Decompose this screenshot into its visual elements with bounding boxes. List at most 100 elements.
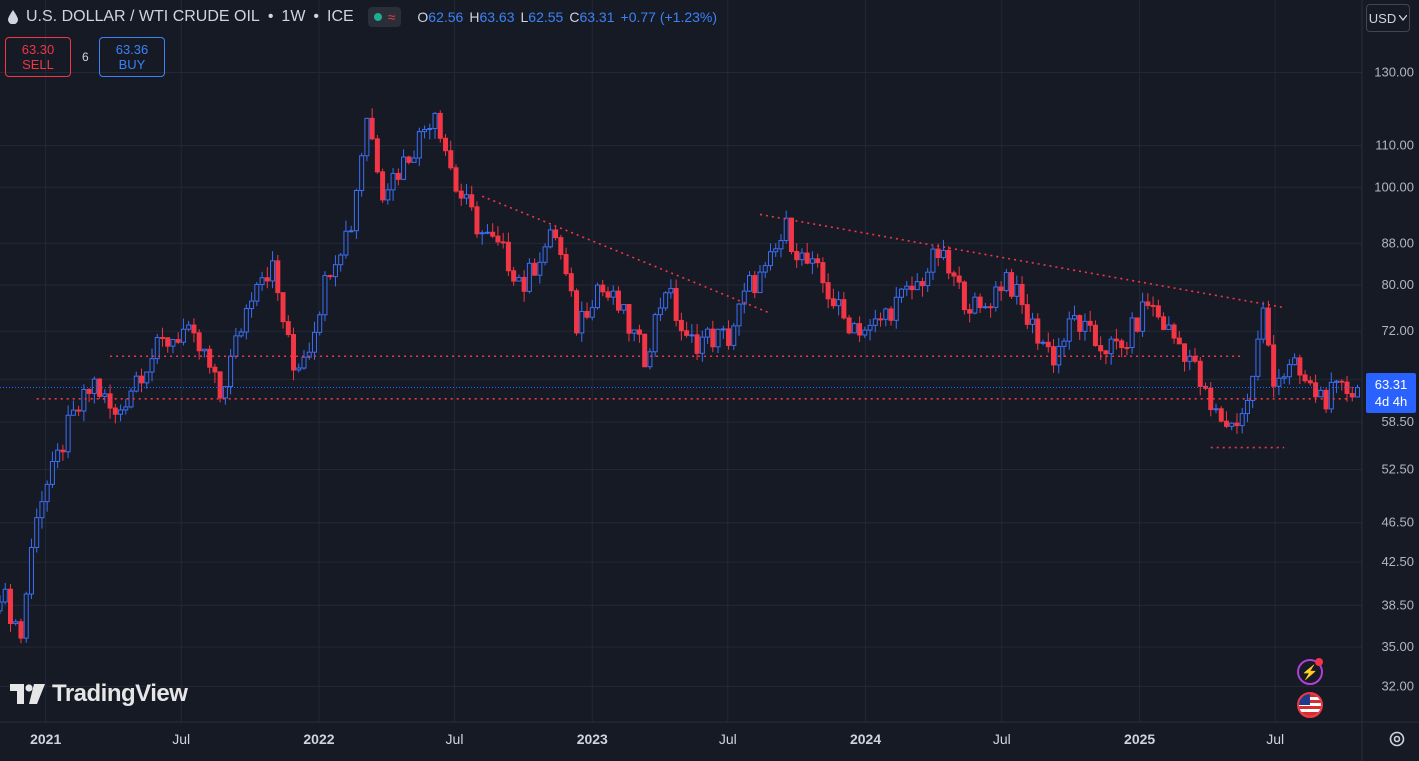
candle-body (1061, 340, 1067, 347)
symbol-name[interactable]: U.S. DOLLAR / WTI CRUDE OIL (26, 8, 260, 26)
candle-body (448, 150, 454, 169)
candle-body (1030, 318, 1036, 325)
candle-body (1339, 380, 1345, 383)
candle-body (1286, 364, 1292, 378)
candle-body (773, 248, 779, 253)
buy-label: BUY (118, 57, 146, 72)
candle-body (574, 290, 580, 334)
candle-body (1040, 341, 1046, 344)
candle-body (1082, 320, 1088, 332)
candle-body (1108, 338, 1114, 355)
candle-body (699, 336, 705, 354)
candle-body (652, 314, 658, 353)
candle-body (1334, 380, 1340, 383)
separator: • (267, 8, 274, 25)
sell-button[interactable]: 63.30 SELL (5, 37, 71, 77)
candle-body (275, 260, 281, 294)
brand-name: TradingView (52, 680, 188, 707)
x-tick-label: Jul (993, 731, 1011, 747)
candle-body (280, 292, 286, 323)
gear-icon[interactable] (1387, 729, 1407, 749)
candle-body (1161, 316, 1167, 330)
candle-body (343, 230, 349, 256)
candle-body (804, 252, 810, 264)
candle-body (1092, 324, 1098, 347)
candle-body (332, 264, 338, 278)
candle-body (988, 306, 994, 309)
candle-body (872, 318, 878, 326)
notification-dot (1315, 658, 1323, 666)
market-status-pill[interactable]: ≈ (367, 7, 402, 27)
candle-body (296, 367, 302, 371)
candle-body (1077, 315, 1083, 332)
interval[interactable]: 1W (281, 8, 305, 26)
candle-body (893, 296, 899, 321)
candle-body (1166, 324, 1172, 330)
candle-body (1103, 350, 1109, 355)
candle-body (977, 296, 983, 309)
candle-body (86, 388, 92, 394)
candle-body (547, 229, 553, 248)
candle-body (1019, 283, 1025, 306)
candle-body (595, 284, 601, 309)
us-flag-icon[interactable] (1297, 692, 1323, 718)
candle-body (1197, 360, 1203, 387)
candle-body (55, 449, 61, 463)
candle-body (322, 275, 328, 316)
candle-body (469, 194, 475, 208)
candle-body (353, 189, 359, 232)
candle-body (81, 388, 87, 412)
buy-price: 63.36 (115, 42, 149, 57)
candle-body (369, 117, 375, 140)
candle-body (830, 298, 836, 307)
candle-body (820, 262, 826, 284)
drop-icon (8, 10, 18, 24)
candle-body (170, 339, 176, 347)
candle-body (1192, 355, 1198, 362)
candle-body (799, 252, 805, 261)
candle-body (1297, 357, 1303, 376)
candle-body (505, 241, 511, 272)
candle-body (788, 217, 794, 253)
candle-body (201, 348, 207, 352)
trend-line[interactable] (481, 195, 771, 315)
ohlc-item: H63.63 (469, 9, 514, 25)
price-chart[interactable]: 2021 Jul 2022 Jul 2023 Jul 2024 Jul 2025 Jul 130.… (0, 0, 1419, 761)
candle-body (1187, 355, 1193, 362)
bolt-icon[interactable]: ⚡ (1297, 658, 1323, 685)
candle-body (18, 621, 24, 639)
tradingview-logo[interactable]: TradingView (10, 680, 188, 708)
candle-body (123, 406, 129, 411)
candle-body (1323, 389, 1329, 410)
candle-body (647, 351, 653, 368)
symbol-header[interactable]: U.S. DOLLAR / WTI CRUDE OIL • 1W • ICE ≈… (8, 6, 717, 28)
candle-body (427, 128, 433, 131)
candle-body (28, 546, 34, 595)
candle-body (589, 307, 595, 318)
candle-body (39, 501, 45, 519)
candle-body (175, 339, 181, 343)
candle-body (747, 275, 753, 292)
x-tick-label: Jul (172, 731, 190, 747)
candle-body (673, 287, 679, 321)
candle-body (416, 131, 422, 159)
time-axis[interactable]: 2021 Jul 2022 Jul 2023 Jul 2024 Jul 2025 Jul (0, 721, 1419, 747)
candle-body (1014, 283, 1020, 297)
candle-body (783, 217, 789, 242)
candle-body (883, 308, 889, 320)
candle-body (1129, 317, 1135, 348)
candle-body (411, 157, 417, 163)
candle-body (841, 299, 847, 319)
candle-body (254, 284, 260, 302)
candle-body (196, 332, 202, 352)
candle-body (778, 240, 784, 250)
candle-body (1328, 381, 1334, 410)
currency-button[interactable]: USD (1366, 4, 1410, 32)
candle-body (390, 172, 396, 191)
candle-body (993, 286, 999, 308)
candle-body (1024, 304, 1030, 325)
candle-body (532, 262, 538, 276)
x-tick-label: 2022 (303, 731, 334, 747)
buy-button[interactable]: 63.36 BUY (99, 37, 165, 77)
candle-body (401, 156, 407, 180)
